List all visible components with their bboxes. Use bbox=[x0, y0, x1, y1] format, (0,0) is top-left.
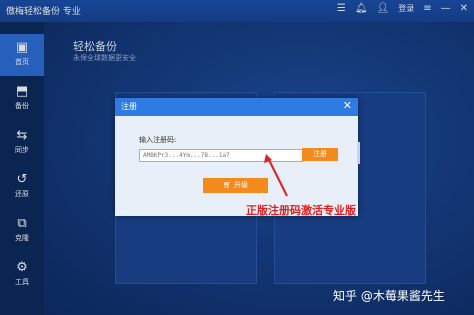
annotation-arrow bbox=[264, 154, 288, 197]
annotation-text: 正版注册码激活专业版 bbox=[246, 204, 356, 217]
watermark: 知乎 @木莓果酱先生 bbox=[333, 289, 445, 303]
